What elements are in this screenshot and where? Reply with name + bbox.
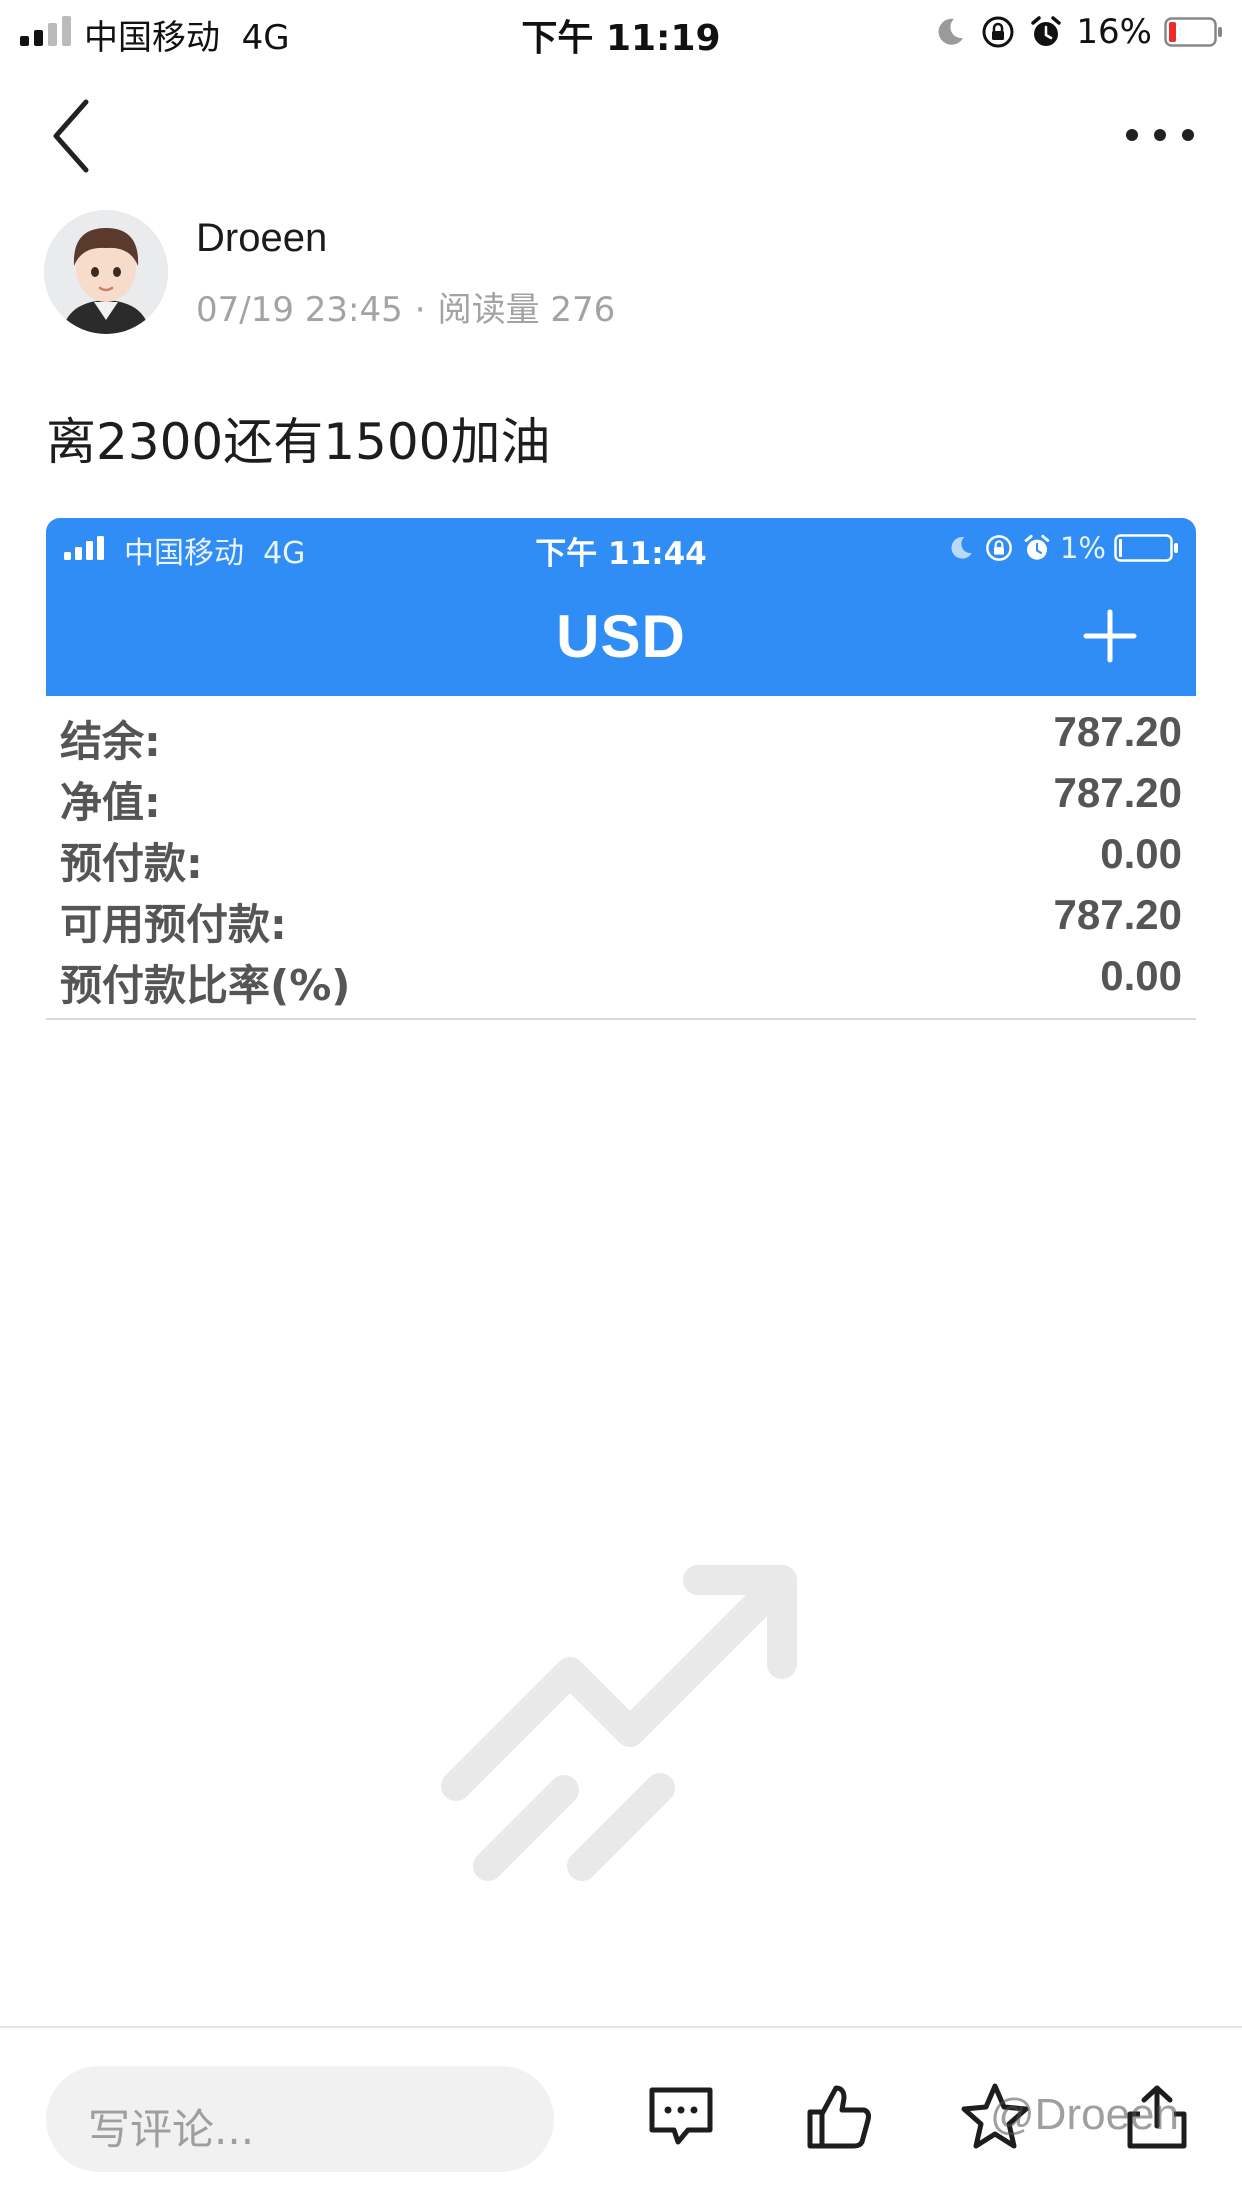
- avatar-image: [44, 210, 168, 334]
- embedded-title: USD: [556, 603, 686, 670]
- author-name[interactable]: Droeen: [196, 216, 327, 261]
- battery-icon: [1164, 17, 1222, 47]
- embedded-status-right: 1%: [946, 530, 1180, 566]
- bottom-divider: [0, 2026, 1242, 2028]
- account-row-label: 预付款:: [60, 839, 203, 888]
- battery-percentage: 16%: [1076, 12, 1152, 52]
- account-row-value: 0.00: [1100, 952, 1182, 999]
- account-row-label: 净值:: [60, 778, 161, 827]
- account-row-value: 787.20: [1053, 769, 1182, 816]
- post-date: 07/19 23:45: [196, 290, 403, 330]
- meta-separator: ·: [414, 290, 426, 330]
- account-row: 可用预付款: 787.20: [46, 887, 1196, 949]
- embedded-divider: [46, 1018, 1196, 1020]
- moon-icon: [939, 18, 964, 45]
- post-meta: 07/19 23:45 · 阅读量 276: [196, 282, 615, 331]
- comment-placeholder: 写评论...: [88, 2105, 255, 2154]
- account-row: 净值: 787.20: [46, 765, 1196, 827]
- account-row-label: 可用预付款:: [60, 900, 287, 949]
- trend-arrow-watermark-icon: [441, 1565, 797, 1881]
- status-bar: 中国移动 4G 下午 11:19 16%: [0, 0, 1242, 64]
- embedded-moon-icon: [951, 536, 972, 559]
- back-button[interactable]: [48, 96, 98, 176]
- like-icon[interactable]: [802, 2080, 876, 2154]
- comment-icon[interactable]: [644, 2080, 718, 2154]
- account-row: 结余: 787.20: [46, 704, 1196, 766]
- embedded-screenshot[interactable]: 中国移动 4G 下午 11:44 1% USD 结余: 787.20 净值: 7…: [46, 518, 1196, 1020]
- account-row-value: 0.00: [1100, 830, 1182, 877]
- comment-input[interactable]: 写评论...: [46, 2066, 554, 2172]
- watermark-text: @Droeen: [990, 2090, 1179, 2139]
- read-count: 阅读量 276: [437, 290, 616, 330]
- account-row-value: 787.20: [1053, 891, 1182, 938]
- account-row: 预付款: 0.00: [46, 826, 1196, 888]
- account-row-label: 结余:: [60, 717, 161, 766]
- embedded-header: 中国移动 4G 下午 11:44 1% USD: [46, 518, 1196, 696]
- embedded-rotation-lock-icon: [986, 535, 1012, 561]
- post-text: 离2300还有1500加油: [46, 413, 551, 471]
- account-row: 预付款比率(%) 0.00: [46, 948, 1196, 1010]
- account-row-value: 787.20: [1053, 708, 1182, 755]
- status-right-group: 16%: [932, 10, 1224, 54]
- alarm-icon: [1031, 16, 1062, 46]
- embedded-battery-percentage: 1%: [1059, 531, 1106, 565]
- embedded-alarm-icon: [1024, 534, 1050, 560]
- rotation-lock-icon: [982, 16, 1014, 48]
- author-avatar[interactable]: [44, 210, 168, 334]
- account-summary: 结余: 787.20 净值: 787.20 预付款: 0.00 可用预付款: 7…: [46, 704, 1196, 1010]
- embedded-battery-icon: [1114, 534, 1178, 562]
- plus-icon[interactable]: [1082, 608, 1138, 664]
- more-options-icon[interactable]: [1124, 118, 1196, 152]
- account-row-label: 预付款比率(%): [60, 961, 351, 1010]
